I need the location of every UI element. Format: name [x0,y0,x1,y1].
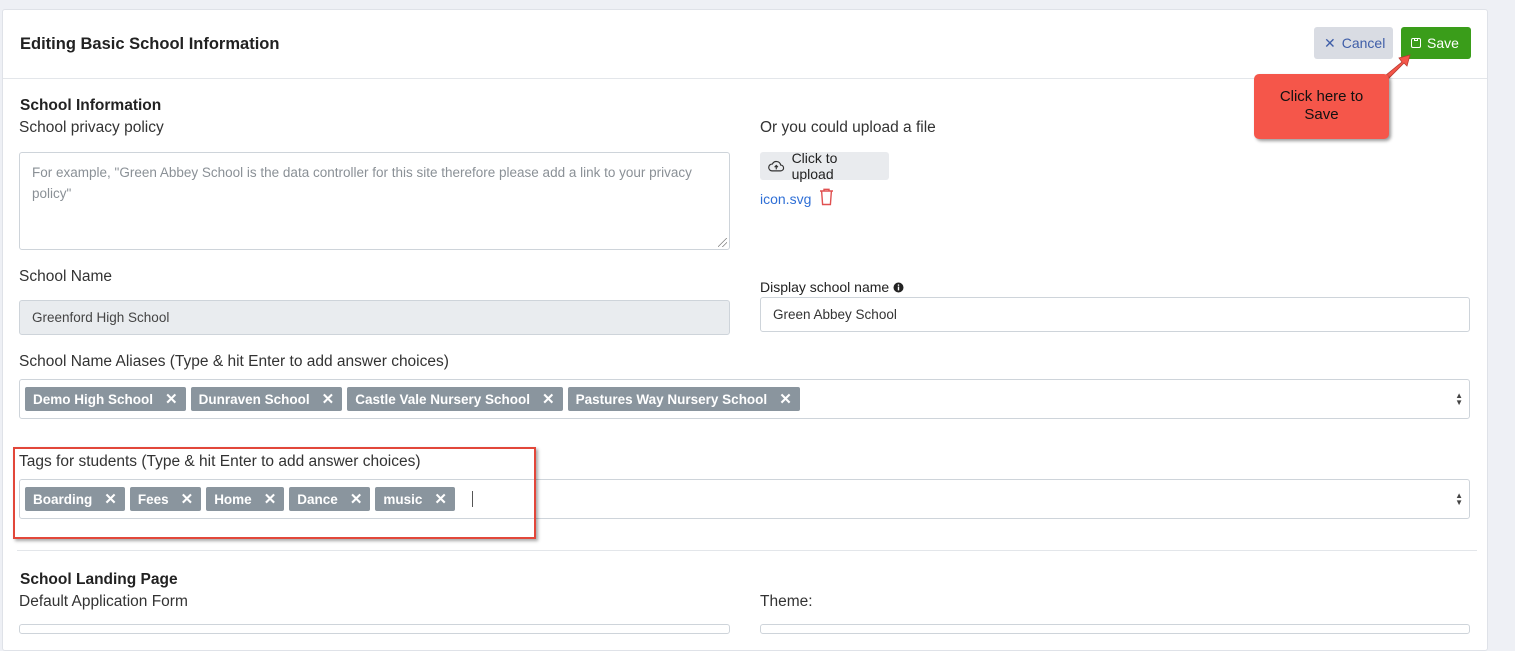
alias-tag: Pastures Way Nursery School ✕ [567,387,800,411]
close-icon: ✕ [1324,35,1336,51]
display-school-name-label: Display school name [760,279,890,295]
cancel-label: Cancel [1341,35,1386,51]
alias-tag: Castle Vale Nursery School ✕ [347,387,563,411]
upload-button[interactable]: Click to upload [760,150,889,182]
privacy-policy-label: School privacy policy [19,119,164,136]
alias-tag-label: Dunraven School [198,391,310,407]
card-header: Editing Basic School Information ✕ Cance… [3,10,1487,79]
privacy-policy-placeholder: For example, "Green Abbey School is the … [32,165,692,201]
section-divider [17,550,1477,551]
callout-text: Click here to Save [1279,88,1364,123]
info-icon[interactable] [893,282,904,293]
section-title-landing-page: School Landing Page [20,571,178,588]
display-school-name-input[interactable]: Green Abbey School [760,297,1470,332]
sort-arrows-icon[interactable]: ▲ ▼ [1455,492,1463,507]
save-callout: Click here to Save [1254,74,1389,139]
remove-tag-icon[interactable]: ✕ [779,390,792,408]
cloud-upload-icon [768,160,785,172]
display-school-name-value: Green Abbey School [773,307,897,322]
sort-arrows-icon[interactable]: ▲ ▼ [1455,392,1463,407]
default-application-form-select[interactable] [19,624,730,634]
highlight-annotation-box [13,447,536,539]
theme-select[interactable] [760,624,1470,634]
page-title: Editing Basic School Information [20,35,280,53]
upload-button-label: Click to upload [791,150,838,182]
school-name-input: Greenford High School [19,300,730,335]
theme-label: Theme: [760,593,813,610]
display-school-name-label-row: Display school name [760,279,904,295]
privacy-policy-textarea[interactable]: For example, "Green Abbey School is the … [19,152,730,250]
aliases-label: School Name Aliases (Type & hit Enter to… [19,353,449,370]
aliases-tags-input[interactable]: Demo High School ✕ Dunraven School ✕ Castl… [19,379,1470,419]
alias-tag-label: Demo High School [33,391,154,407]
alias-tag: Demo High School ✕ [25,387,186,411]
school-name-value: Greenford High School [32,310,170,325]
default-application-form-label: Default Application Form [19,593,188,610]
upload-file-label: Or you could upload a file [760,119,936,136]
remove-tag-icon[interactable]: ✕ [542,390,555,408]
save-label: Save [1427,35,1459,51]
alias-tag-label: Castle Vale Nursery School [355,391,531,407]
trash-icon[interactable] [819,188,834,206]
remove-tag-icon[interactable]: ✕ [322,390,335,408]
resize-handle-icon[interactable] [718,238,727,247]
section-title-school-information: School Information [20,97,162,114]
uploaded-file-link[interactable]: icon.svg [760,191,811,207]
floppy-disk-icon [1411,38,1421,48]
alias-tag: Dunraven School ✕ [190,387,343,411]
remove-tag-icon[interactable]: ✕ [165,390,178,408]
alias-tag-label: Pastures Way Nursery School [575,391,768,407]
school-name-label: School Name [19,268,113,285]
